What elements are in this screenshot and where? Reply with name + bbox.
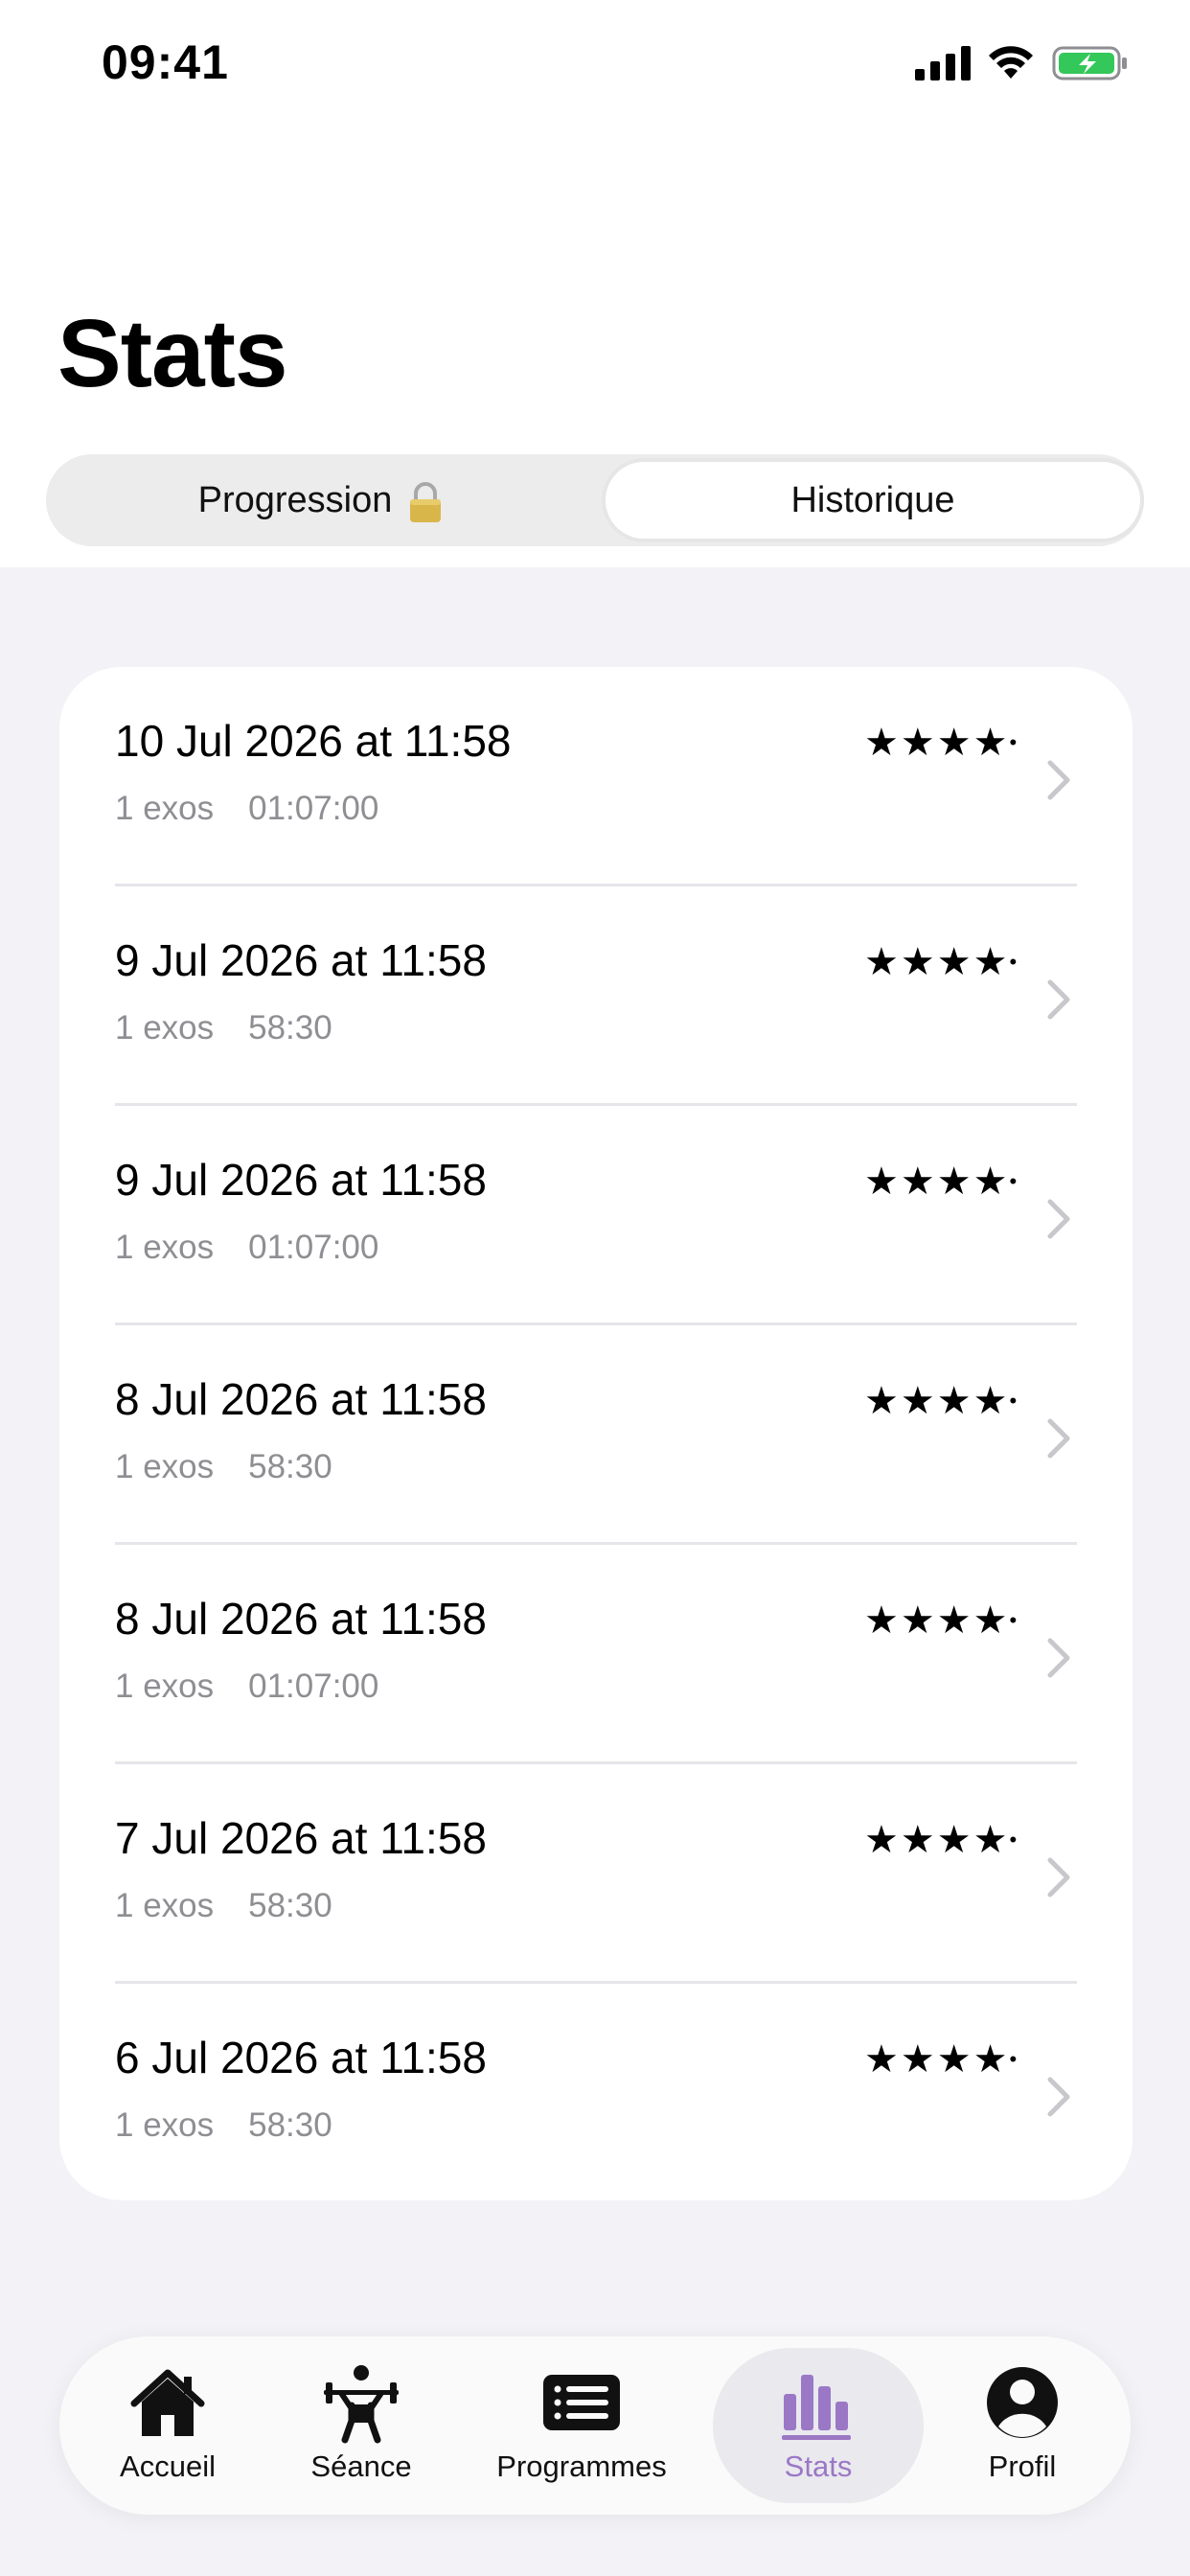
chevron-right-icon [1047,1857,1070,1898]
stars-filled: ★★★★ [864,941,1010,983]
star-empty-dot: • [1009,950,1018,974]
page-title: Stats [57,300,288,407]
rating-stars: ★★★★• [864,721,1017,765]
chart-bars-icon [782,2375,851,2440]
session-exercises: 1 exos [115,790,215,827]
session-duration: 01:07:00 [248,1229,379,1266]
tab-progression-label: Progression [197,479,393,520]
session-date: 8 Jul 2026 at 11:58 [115,1374,487,1424]
stars-filled: ★★★★ [864,1161,1010,1203]
rating-stars: ★★★★• [864,1818,1017,1862]
chevron-right-icon [1047,1199,1070,1239]
chevron-right-icon [1047,979,1070,1020]
session-meta: 1 exos 01:07:00 [115,1229,413,1267]
session-date: 7 Jul 2026 at 11:58 [115,1813,487,1863]
session-meta: 1 exos 58:30 [115,1887,367,1925]
session-meta: 1 exos 58:30 [115,1448,367,1486]
session-date: 6 Jul 2026 at 11:58 [115,2033,487,2082]
rating-stars: ★★★★• [864,1160,1017,1204]
history-list: 10 Jul 2026 at 11:58 1 exos 01:07:00 ★★★★… [59,667,1133,2200]
tab-label: Accueil [120,2450,216,2483]
star-empty-dot: • [1009,1169,1018,1193]
session-meta: 1 exos 01:07:00 [115,790,413,828]
session-date: 10 Jul 2026 at 11:58 [115,716,512,766]
stars-filled: ★★★★ [864,2038,1010,2081]
wifi-icon [989,46,1033,79]
session-exercises: 1 exos [115,1448,215,1485]
session-exercises: 1 exos [115,1887,215,1924]
chevron-right-icon [1047,1418,1070,1459]
tab-label: Stats [784,2450,853,2483]
stars-filled: ★★★★ [864,1380,1010,1422]
rating-stars: ★★★★• [864,1598,1017,1643]
chevron-right-icon [1047,760,1070,800]
list-item[interactable]: 9 Jul 2026 at 11:58 1 exos 58:30 ★★★★• [59,886,1133,1106]
star-empty-dot: • [1009,1828,1018,1852]
stars-filled: ★★★★ [864,1599,1010,1642]
rating-stars: ★★★★• [864,1379,1017,1423]
tab-stats[interactable]: Stats [713,2348,924,2503]
star-empty-dot: • [1009,730,1018,754]
tab-profil[interactable]: Profil [950,2348,1094,2503]
session-exercises: 1 exos [115,1668,215,1705]
session-exercises: 1 exos [115,1229,215,1266]
tab-label: Séance [310,2450,412,2483]
chevron-right-icon [1047,2077,1070,2117]
tab-progression[interactable]: Progression [50,458,592,542]
session-meta: 1 exos 58:30 [115,1009,367,1047]
weightlifter-icon [324,2365,399,2444]
segmented-control: Progression Historique [46,454,1144,546]
lock-icon [410,482,442,522]
tab-label: Profil [988,2450,1057,2483]
tab-label: Programmes [496,2450,667,2483]
list-item[interactable]: 8 Jul 2026 at 11:58 1 exos 58:30 ★★★★• [59,1325,1133,1545]
rating-stars: ★★★★• [864,2037,1017,2082]
tab-bar: Accueil Séance Programmes Stats Profil [59,2336,1131,2515]
session-duration: 58:30 [248,1887,332,1924]
tab-historique[interactable]: Historique [602,458,1144,542]
tab-historique-label: Historique [790,479,955,520]
session-date: 9 Jul 2026 at 11:58 [115,935,487,985]
session-meta: 1 exos 58:30 [115,2106,367,2145]
session-duration: 58:30 [248,1448,332,1485]
list-item[interactable]: 6 Jul 2026 at 11:58 1 exos 58:30 ★★★★• [59,1984,1133,2200]
stars-filled: ★★★★ [864,1819,1010,1861]
session-duration: 01:07:00 [248,790,379,827]
stars-filled: ★★★★ [864,722,1010,764]
person-circle-icon [987,2367,1058,2438]
list-item[interactable]: 10 Jul 2026 at 11:58 1 exos 01:07:00 ★★★★… [59,667,1133,886]
session-duration: 01:07:00 [248,1668,379,1705]
star-empty-dot: • [1009,1608,1018,1632]
list-item[interactable]: 8 Jul 2026 at 11:58 1 exos 01:07:00 ★★★★• [59,1545,1133,1764]
list-icon [543,2375,620,2430]
session-duration: 58:30 [248,2106,332,2144]
star-empty-dot: • [1009,1389,1018,1413]
rating-stars: ★★★★• [864,940,1017,984]
tab-seance[interactable]: Séance [289,2348,433,2503]
chevron-right-icon [1047,1638,1070,1678]
session-duration: 58:30 [248,1009,332,1046]
status-time: 09:41 [102,35,229,89]
session-exercises: 1 exos [115,2106,215,2144]
tab-accueil[interactable]: Accueil [96,2348,240,2503]
list-item[interactable]: 7 Jul 2026 at 11:58 1 exos 58:30 ★★★★• [59,1764,1133,1984]
cellular-signal-icon [915,46,971,80]
house-icon [130,2369,205,2436]
star-empty-dot: • [1009,2047,1018,2071]
session-date: 8 Jul 2026 at 11:58 [115,1594,487,1644]
session-exercises: 1 exos [115,1009,215,1046]
status-bar: 09:41 [0,0,1190,129]
list-item[interactable]: 9 Jul 2026 at 11:58 1 exos 01:07:00 ★★★★• [59,1106,1133,1325]
tab-programmes[interactable]: Programmes [491,2348,673,2503]
battery-charging-icon [1052,46,1127,80]
session-meta: 1 exos 01:07:00 [115,1668,413,1706]
session-date: 9 Jul 2026 at 11:58 [115,1155,487,1205]
